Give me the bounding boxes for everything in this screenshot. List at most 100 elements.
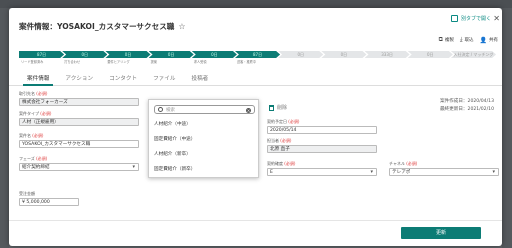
close-icon[interactable]: ✕ — [493, 14, 500, 23]
channel-field: チャネル (必須) テレアポ ▾ — [389, 161, 499, 176]
case-type-input[interactable]: 人材（正規雇用） — [19, 118, 139, 126]
phase-label: フェーズ (必須) — [19, 156, 48, 161]
stage-1[interactable]: 87日 — [19, 51, 64, 58]
share-button[interactable]: 👤 共有 — [480, 36, 498, 44]
tab-poster[interactable]: 投稿者 — [183, 74, 216, 85]
amount-label: 受注金額 — [19, 191, 35, 196]
dropdown-option[interactable]: 固定費紹介（中途） — [154, 136, 195, 142]
phase-select[interactable]: 紹介契約締結 ▾ — [19, 163, 139, 171]
page-title: 案件情報：YOSAKOI_カスタマーサクセス職 — [19, 22, 175, 31]
stage-caption — [321, 59, 364, 64]
footer-divider — [9, 220, 502, 221]
pin-button[interactable]: ⤓ 取込 — [460, 36, 474, 44]
contract-status-select[interactable]: E ▾ — [267, 168, 377, 176]
order-date-input[interactable]: 2020/05/14 — [267, 126, 377, 134]
stage-caption: 送客・推薦中 — [236, 60, 257, 64]
tab-file[interactable]: ファイル — [145, 74, 183, 85]
copy-button[interactable]: ⧉ 複製 — [439, 36, 454, 44]
top-bar — [0, 0, 512, 8]
order-date-field: 契約予定日 (必須) 2020/05/14 — [267, 119, 377, 134]
company-field: 取引先名 (必須) 株式会社フォーカーズ — [19, 91, 139, 106]
copy-icon: ⧉ — [438, 36, 443, 43]
chevron-down-icon: ▾ — [132, 164, 135, 170]
stage-captions: リード登録済み 打ち合わせ 要件ヒアリング 提案 求人受領 送客・推薦中 — [19, 59, 494, 64]
stage-11[interactable]: 入社決定 / マッチング — [451, 51, 496, 58]
star-icon[interactable]: ☆ — [178, 22, 185, 31]
contract-status-label: 契約確度 (必須) — [267, 161, 296, 166]
stage-8[interactable]: 0日 — [321, 51, 366, 58]
contract-status-field: 契約確度 (必須) E ▾ — [267, 161, 377, 176]
title-row: 案件情報：YOSAKOI_カスタマーサクセス職 ☆ — [19, 21, 186, 32]
pin-icon: ⤓ — [459, 36, 463, 43]
company-input[interactable]: 株式会社フォーカーズ — [19, 98, 139, 106]
copy-label: 複製 — [444, 38, 454, 43]
tab-action[interactable]: アクション — [57, 74, 101, 85]
stage-caption: 提案 — [150, 60, 157, 64]
channel-value: テレアポ — [392, 170, 411, 175]
owner-label: 担当者 (必須) — [267, 138, 292, 143]
update-button[interactable]: 更新 — [401, 227, 481, 239]
stage-caption — [278, 59, 321, 64]
date-info: 案件作成日：2020/04/13 最終更新日：2021/02/10 — [440, 98, 494, 114]
dropdown-search-input[interactable]: 検索 × — [154, 105, 255, 114]
stage-4[interactable]: 0日 — [149, 51, 194, 58]
updated-date: 最終更新日：2021/02/10 — [439, 107, 494, 112]
tab-bar: 案件情報 アクション コンタクト ファイル 投稿者 — [9, 74, 502, 86]
case-name-field: 案件名 (必須) YOSAKOI_カスタマーサクセス職 — [19, 133, 139, 148]
stage-5[interactable]: 0日 — [192, 51, 237, 58]
dropdown-option[interactable]: 固定費紹介（新卒） — [154, 166, 195, 172]
stage-caption — [451, 59, 494, 64]
share-label: 共有 — [489, 38, 498, 43]
channel-label: チャネル (必須) — [389, 161, 418, 166]
created-date: 案件作成日：2020/04/13 — [439, 99, 494, 104]
stage-9[interactable]: 333日 — [365, 51, 410, 58]
stage-7[interactable]: 0日 — [278, 51, 323, 58]
search-icon — [158, 107, 163, 112]
stage-caption — [408, 59, 451, 64]
stage-10[interactable]: 0日 — [408, 51, 453, 58]
case-name-label: 案件名 (必須) — [19, 133, 44, 138]
dropdown-option[interactable]: 人材紹介（新卒） — [154, 151, 191, 157]
left-sidebar — [0, 8, 9, 248]
amount-input[interactable]: ¥ 5,000,000 — [19, 198, 79, 206]
delete-label: 削除 — [277, 105, 288, 111]
clear-icon[interactable]: × — [246, 107, 251, 113]
phase-value: 紹介契約締結 — [22, 165, 50, 170]
tab-contact[interactable]: コンタクト — [101, 74, 145, 85]
stage-caption: 求人受領 — [193, 60, 207, 64]
amount-field: 受注金額 ¥ 5,000,000 — [19, 191, 79, 206]
owner-input[interactable]: 北原 直子 — [267, 145, 377, 153]
stage-3[interactable]: 0日 — [105, 51, 150, 58]
open-new-tab-label: 別タブで開く — [460, 16, 491, 22]
open-new-tab-link[interactable]: 別タブで開く — [450, 15, 491, 22]
case-name-input[interactable]: YOSAKOI_カスタマーサクセス職 — [19, 140, 139, 148]
stage-caption — [365, 59, 408, 64]
channel-select[interactable]: テレアポ ▾ — [389, 168, 499, 176]
tab-case-info[interactable]: 案件情報 — [19, 74, 57, 86]
stage-caption: リード登録済み — [21, 60, 44, 64]
external-link-icon — [450, 15, 458, 22]
case-type-label: 案件タイプ (必須) — [19, 111, 52, 116]
delete-button[interactable]: 削除 — [269, 104, 287, 111]
chevron-down-icon: ▾ — [370, 169, 373, 175]
dropdown-option[interactable]: 人材紹介（中途） — [154, 121, 191, 127]
right-sidebar — [502, 8, 512, 248]
contract-status-value: E — [270, 170, 273, 175]
chevron-down-icon: ▾ — [492, 169, 495, 175]
stage-2[interactable]: 0日 — [62, 51, 107, 58]
product-dropdown: 検索 × 人材紹介（中途） 固定費紹介（中途） 人材紹介（新卒） 固定費紹介（新… — [148, 99, 259, 178]
stage-6[interactable]: 87日 — [235, 51, 280, 58]
action-bar: ⧉ 複製 ⤓ 取込 👤 共有 — [439, 36, 498, 44]
trash-icon — [269, 104, 274, 111]
stage-caption: 要件ヒアリング — [107, 60, 130, 64]
phase-field: フェーズ (必須) 紹介契約締結 ▾ — [19, 156, 139, 171]
case-type-field: 案件タイプ (必須) 人材（正規雇用） — [19, 111, 139, 126]
dropdown-search-placeholder: 検索 — [166, 107, 175, 113]
pin-label: 取込 — [464, 38, 474, 43]
case-modal: 別タブで開く ✕ 案件情報：YOSAKOI_カスタマーサクセス職 ☆ ⧉ 複製 … — [9, 8, 502, 246]
user-icon: 👤 — [479, 36, 487, 44]
stage-caption: 打ち合わせ — [64, 60, 81, 64]
company-label: 取引先名 (必須) — [19, 91, 48, 96]
stage-progress: 87日 0日 0日 0日 0日 87日 0日 0日 333日 0日 入社決定 /… — [19, 51, 494, 58]
order-date-label: 契約予定日 (必須) — [267, 119, 300, 124]
